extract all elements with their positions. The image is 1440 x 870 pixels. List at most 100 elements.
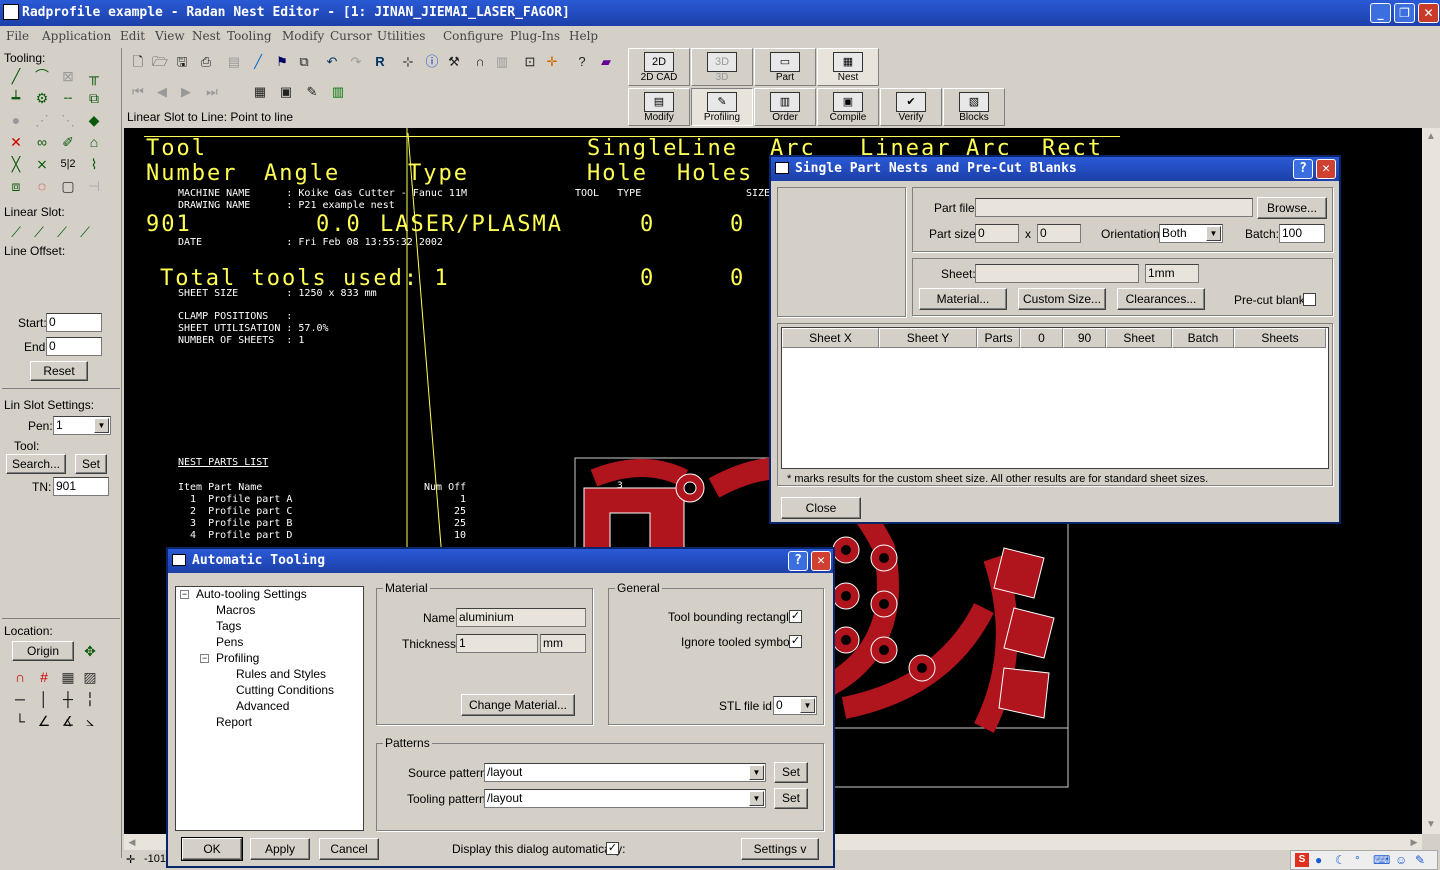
chart-icon[interactable]: ▥ <box>328 82 348 102</box>
disabled-tool-icon[interactable]: ⊠ <box>58 66 78 86</box>
first-icon[interactable]: ⏮ <box>128 82 148 102</box>
magnet-icon[interactable]: ∩ <box>10 667 30 687</box>
close-window-button[interactable]: ✕ <box>1418 3 1439 23</box>
menu-edit[interactable]: Edit <box>120 26 145 46</box>
change-material-button[interactable]: Change Material... <box>461 694 575 716</box>
angle-grid-icon[interactable]: ▨ <box>80 667 100 687</box>
close-dialog-button[interactable]: ✕ <box>811 551 831 571</box>
material-button[interactable]: Material... <box>919 288 1007 310</box>
tree-item-profiling[interactable]: Profiling <box>216 651 259 665</box>
mode-profiling-button[interactable]: ✎ Profiling <box>691 88 753 126</box>
ime-moon-icon[interactable]: ☾ <box>1335 853 1346 867</box>
set-tool-button[interactable]: Set <box>75 454 107 474</box>
col-parts[interactable]: Parts <box>977 328 1020 348</box>
mode-blocks-button[interactable]: ▧ Blocks <box>943 88 1005 126</box>
tree-item-cutting-conditions[interactable]: Cutting Conditions <box>236 683 334 697</box>
tree-item-macros[interactable]: Macros <box>216 603 255 617</box>
menu-file[interactable]: File <box>6 26 29 46</box>
menu-view[interactable]: View <box>155 26 185 46</box>
source-pattern-select[interactable]: /layout ▼ <box>484 763 766 782</box>
collapse-icon[interactable]: − <box>200 654 209 663</box>
print-icon[interactable]: ⎙ <box>196 52 216 72</box>
menu-tooling[interactable]: Tooling <box>227 26 272 46</box>
precut-checkbox[interactable] <box>1303 293 1316 306</box>
angle3-icon[interactable]: ⦣ <box>80 711 100 731</box>
draw-icon[interactable]: ╱ <box>248 52 268 72</box>
ime-keyboard-icon[interactable]: ⌨ <box>1373 853 1390 867</box>
bridge-tool-icon[interactable]: ╥ <box>84 66 104 86</box>
mode-nest-button[interactable]: ▦ Nest <box>817 48 879 86</box>
dot-tool-icon[interactable]: ● <box>6 110 26 130</box>
settings-button[interactable]: Settings v <box>741 838 819 860</box>
ime-toolbar[interactable]: S ● ☾ ° ⌨ ☺ ✎ <box>1290 850 1438 870</box>
mode-order-button[interactable]: ▥ Order <box>754 88 816 126</box>
stl-file-select[interactable]: 0 ▼ <box>773 696 817 715</box>
slot-tool-3-icon[interactable]: ⟋ <box>52 222 72 242</box>
offset-icon[interactable]: ╎ <box>80 689 100 709</box>
arc-tool-icon[interactable]: ⌒ <box>32 66 52 86</box>
minimize-button[interactable]: _ <box>1370 3 1391 23</box>
move-origin-icon[interactable]: ✥ <box>80 641 100 661</box>
help-icon[interactable]: ? <box>572 52 592 72</box>
results-table[interactable]: Sheet X Sheet Y Parts 0 90 Sheet Batch S… <box>781 327 1329 469</box>
menu-configure[interactable]: Configure <box>443 26 503 46</box>
tree-item-report[interactable]: Report <box>216 715 252 729</box>
help-button[interactable]: ? <box>1293 159 1313 179</box>
book-icon[interactable]: ▰ <box>596 52 616 72</box>
split-tool-icon[interactable]: 5|2 <box>58 154 78 174</box>
menu-application[interactable]: Application <box>42 26 111 46</box>
tree-item-advanced[interactable]: Advanced <box>236 699 289 713</box>
menu-modify[interactable]: Modify <box>282 26 324 46</box>
col-sheets[interactable]: Sheets <box>1234 328 1326 348</box>
tn-field[interactable]: 901 <box>53 477 109 496</box>
scroll-down-icon[interactable]: ▼ <box>1422 816 1440 834</box>
diag-tool-icon[interactable]: ⋰ <box>32 110 52 130</box>
set-tooling-button[interactable]: Set <box>774 788 808 809</box>
col-90[interactable]: 90 <box>1063 328 1106 348</box>
star-icon[interactable]: ✛ <box>542 52 562 72</box>
vertical-icon[interactable]: │ <box>34 689 54 709</box>
apply-button[interactable]: Apply <box>250 838 310 860</box>
edit-tool-icon[interactable]: ✐ <box>58 132 78 152</box>
ime-user-icon[interactable]: ☺ <box>1395 853 1407 867</box>
cross-tool-icon[interactable]: ╳ <box>6 154 26 174</box>
vertical-scrollbar[interactable]: ▲ ▼ <box>1422 128 1440 834</box>
table-icon[interactable]: ▥ <box>492 52 512 72</box>
col-0[interactable]: 0 <box>1020 328 1063 348</box>
col-sheet[interactable]: Sheet <box>1106 328 1172 348</box>
nest-tool-icon[interactable]: ⧉ <box>84 88 104 108</box>
layout-icon[interactable]: ▦ <box>250 82 270 102</box>
col-sheet-y[interactable]: Sheet Y <box>879 328 977 348</box>
horizontal-icon[interactable]: ─ <box>10 689 30 709</box>
tooling-pattern-select[interactable]: /layout ▼ <box>484 789 766 808</box>
ok-button[interactable]: OK <box>181 837 243 861</box>
col-sheet-x[interactable]: Sheet X <box>782 328 879 348</box>
info-icon[interactable]: ⓘ <box>422 52 442 72</box>
scroll-right-icon[interactable]: ▶ <box>1406 834 1422 850</box>
corner-icon[interactable]: └ <box>10 711 30 731</box>
tools-icon[interactable]: ⚒ <box>444 52 464 72</box>
cancel-button[interactable]: Cancel <box>319 838 379 860</box>
last-icon[interactable]: ⏭ <box>202 82 222 102</box>
menu-utilities[interactable]: Utilities <box>377 26 425 46</box>
tree-item-pens[interactable]: Pens <box>216 635 243 649</box>
help-button[interactable]: ? <box>788 551 808 571</box>
end-field[interactable]: 0 <box>46 337 102 356</box>
mode-compile-button[interactable]: ▣ Compile <box>817 88 879 126</box>
frame-tool-icon[interactable]: ▢ <box>58 176 78 196</box>
clearances-button[interactable]: Clearances... <box>1117 288 1205 310</box>
part-file-field[interactable] <box>975 198 1253 217</box>
tree-item-auto-tooling[interactable]: Auto-tooling Settings <box>196 587 307 601</box>
slot-tool-1-icon[interactable]: ⟋ <box>6 222 26 242</box>
menu-nest[interactable]: Nest <box>192 26 221 46</box>
settings-tree[interactable]: − Auto-tooling Settings Macros Tags Pens… <box>175 586 364 831</box>
open-icon[interactable]: 🗁 <box>150 52 170 72</box>
undo-icon[interactable]: ↶ <box>322 52 342 72</box>
slot-tool-4-icon[interactable]: ⟋ <box>75 222 95 242</box>
grid-snap-icon[interactable]: # <box>34 667 54 687</box>
lead-tool-icon[interactable]: ┷ <box>6 88 26 108</box>
node-icon[interactable]: ⊹ <box>398 52 418 72</box>
link-tool-icon[interactable]: ∞ <box>32 132 52 152</box>
sheet-field[interactable] <box>975 264 1139 283</box>
part-size-y[interactable]: 0 <box>1037 224 1081 243</box>
